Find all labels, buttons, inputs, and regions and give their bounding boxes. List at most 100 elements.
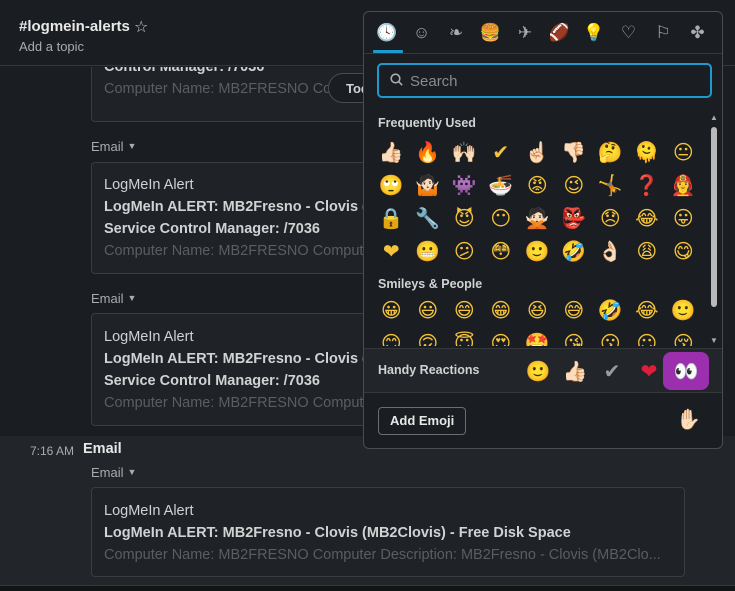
emoji-cell[interactable]: 👌🏻 xyxy=(592,235,629,268)
add-topic-link[interactable]: Add a topic xyxy=(19,39,84,54)
emoji-cell[interactable]: 👍🏻 xyxy=(373,136,410,169)
emoji-cell[interactable]: 😳 xyxy=(483,235,520,268)
emoji-cell[interactable]: 😐 xyxy=(665,136,702,169)
emoji-cell[interactable]: 😉 xyxy=(556,169,593,202)
emoji-cell[interactable]: 🙃 xyxy=(410,327,447,346)
emoji-cell[interactable]: 🙅🏻 xyxy=(519,202,556,235)
skin-tone-selector[interactable]: ✋🏻 xyxy=(676,407,701,432)
scroll-down-arrow-icon[interactable]: ▼ xyxy=(710,336,718,345)
emoji-cell[interactable]: 😕 xyxy=(446,235,483,268)
handy-emoji[interactable]: ✔ xyxy=(594,355,630,387)
star-icon[interactable]: ☆ xyxy=(134,17,148,37)
emoji-cell[interactable]: 👎🏻 xyxy=(556,136,593,169)
emoji-category-tabs: 🕓 ☺ ❧ 🍔 ✈ 🏈 💡 ♡ ⚐ ✤ xyxy=(364,12,722,54)
scroll-up-arrow-icon[interactable]: ▲ xyxy=(710,113,718,122)
emoji-cell[interactable]: 😄 xyxy=(446,294,483,327)
scroll-thumb[interactable] xyxy=(711,127,717,307)
emoji-cell[interactable]: 😀 xyxy=(373,294,410,327)
add-emoji-button[interactable]: Add Emoji xyxy=(378,407,467,435)
emoji-cell[interactable]: 😍 xyxy=(483,327,520,346)
emoji-cell[interactable]: 😗 xyxy=(592,327,629,346)
emoji-cell[interactable]: 🙂 xyxy=(665,294,702,327)
handy-emoji[interactable]: 👍🏻 xyxy=(557,355,593,387)
emoji-cell[interactable]: 🤷🏻 xyxy=(410,169,447,202)
emoji-cell[interactable]: 😛 xyxy=(665,202,702,235)
emoji-list: Frequently Used 👍🏻 🔥 🙌🏻 ✔ ☝🏻 👎🏻 🤔 🫠 😐 🙄 🤷🏻 👾 🍜 😡 😉 🤸 ❓ 👩‍… xyxy=(364,110,712,346)
emoji-cell[interactable]: 😡 xyxy=(519,169,556,202)
emoji-cell[interactable]: 🙄 xyxy=(373,169,410,202)
emoji-cell[interactable]: 😘 xyxy=(556,327,593,346)
email-dropdown-3[interactable]: Email ▼ xyxy=(91,465,136,480)
emoji-search-box[interactable] xyxy=(377,63,712,98)
emoji-cell[interactable]: 🤩 xyxy=(519,327,556,346)
emoji-cell[interactable]: ✔ xyxy=(483,136,520,169)
emoji-cell[interactable]: 😊 xyxy=(373,327,410,346)
emoji-cell[interactable]: 😅 xyxy=(556,294,593,327)
emoji-cell[interactable]: 🔥 xyxy=(410,136,447,169)
emoji-cell[interactable]: ❤ xyxy=(373,235,410,268)
emoji-cell[interactable]: 😚 xyxy=(665,327,702,346)
emoji-cell[interactable]: 🙌🏻 xyxy=(446,136,483,169)
emoji-cell[interactable]: 😇 xyxy=(446,327,483,346)
channel-name[interactable]: #logmein-alerts xyxy=(19,18,130,35)
caret-down-icon: ▼ xyxy=(127,293,137,303)
emoji-cell[interactable]: 🫠 xyxy=(629,136,666,169)
emoji-cell[interactable]: 😃 xyxy=(410,294,447,327)
emoji-cell[interactable]: 😋 xyxy=(665,235,702,268)
emoji-cell[interactable]: 😶 xyxy=(483,202,520,235)
emoji-cell[interactable]: 😂 xyxy=(629,202,666,235)
emoji-cell[interactable]: 🤣 xyxy=(556,235,593,268)
emoji-cell[interactable]: 🍜 xyxy=(483,169,520,202)
section-title-frequent: Frequently Used xyxy=(378,116,476,130)
emoji-search-input[interactable] xyxy=(410,69,700,93)
emoji-cell[interactable]: 🔒 xyxy=(373,202,410,235)
email-dropdown-1[interactable]: Email ▼ xyxy=(91,139,136,154)
emoji-cell[interactable]: 🤔 xyxy=(592,136,629,169)
emoji-cell[interactable]: 👩‍🚒 xyxy=(665,169,702,202)
composer-edge xyxy=(0,585,735,591)
emoji-cell[interactable]: 😂 xyxy=(629,294,666,327)
email-card-3[interactable]: LogMeIn Alert LogMeIn ALERT: MB2Fresno -… xyxy=(91,487,685,577)
card-line: LogMeIn ALERT: MB2Fresno - Clovis (MB2Cl… xyxy=(104,525,571,541)
handy-emoji-selected[interactable]: 👀 xyxy=(663,352,709,390)
message-timestamp[interactable]: 7:16 AM xyxy=(30,444,74,458)
emoji-cell[interactable]: 😁 xyxy=(483,294,520,327)
handy-reactions-bar: Handy Reactions 🙂 👍🏻 ✔ ❤ 👀 xyxy=(364,348,722,392)
flags-tab-icon[interactable]: ⚐ xyxy=(650,20,676,46)
email-dropdown-2[interactable]: Email ▼ xyxy=(91,291,136,306)
emoji-cell[interactable]: 😩 xyxy=(629,235,666,268)
emoji-cell[interactable]: 🔧 xyxy=(410,202,447,235)
nature-tab-icon[interactable]: ❧ xyxy=(443,20,469,46)
travel-tab-icon[interactable]: ✈ xyxy=(512,20,538,46)
caret-down-icon: ▼ xyxy=(127,467,137,477)
emoji-cell[interactable]: 😈 xyxy=(446,202,483,235)
emoji-cell[interactable]: 🤣 xyxy=(592,294,629,327)
frequent-emoji-grid: 👍🏻 🔥 🙌🏻 ✔ ☝🏻 👎🏻 🤔 🫠 😐 🙄 🤷🏻 👾 🍜 😡 😉 🤸 ❓ 👩‍🚒 🔒 🔧 😈 😶 🙅🏻 👺 😞 😂 😛 ❤ 😬 😕 😳 🙂… xyxy=(373,136,702,268)
smileys-emoji-grid: 😀 😃 😄 😁 😆 😅 🤣 😂 🙂 😊 🙃 😇 😍 🤩 😘 😗 ☺ 😚 xyxy=(373,294,702,346)
emoji-cell[interactable]: ☝🏻 xyxy=(519,136,556,169)
food-tab-icon[interactable]: 🍔 xyxy=(478,20,504,46)
card-line: Computer Name: MB2FRESNO Computer Descri… xyxy=(104,547,661,563)
activity-tab-icon[interactable]: 🏈 xyxy=(547,20,573,46)
symbols-tab-icon[interactable]: ♡ xyxy=(616,20,642,46)
emoji-cell[interactable]: 😬 xyxy=(410,235,447,268)
emoji-cell[interactable]: 😆 xyxy=(519,294,556,327)
emoji-cell[interactable]: ☺ xyxy=(629,327,666,346)
emoji-cell[interactable]: 🤸 xyxy=(592,169,629,202)
handy-emoji[interactable]: ❤ xyxy=(631,355,667,387)
emoji-scrollbar[interactable]: ▲ ▼ xyxy=(708,113,720,345)
slack-tab-icon[interactable]: ✤ xyxy=(685,20,711,46)
handy-emoji[interactable]: 🙂 xyxy=(520,355,556,387)
smileys-tab-icon[interactable]: ☺ xyxy=(409,20,435,46)
emoji-cell[interactable]: ❓ xyxy=(629,169,666,202)
recent-tab-icon[interactable]: 🕓 xyxy=(374,20,400,46)
emoji-cell[interactable]: 👺 xyxy=(556,202,593,235)
objects-tab-icon[interactable]: 💡 xyxy=(581,20,607,46)
emoji-picker: 🕓☺❧🍔✈🏈💡♡⚐✤ Frequently Used 👍🏻🔥🙌🏻✔☝🏻👎🏻🤔🫠😐… xyxy=(363,11,723,449)
search-icon xyxy=(390,73,403,86)
active-tab-indicator xyxy=(373,50,403,53)
emoji-cell[interactable]: 👾 xyxy=(446,169,483,202)
emoji-cell[interactable]: 😞 xyxy=(592,202,629,235)
sender-name[interactable]: Email xyxy=(83,441,122,457)
emoji-cell[interactable]: 🙂 xyxy=(519,235,556,268)
